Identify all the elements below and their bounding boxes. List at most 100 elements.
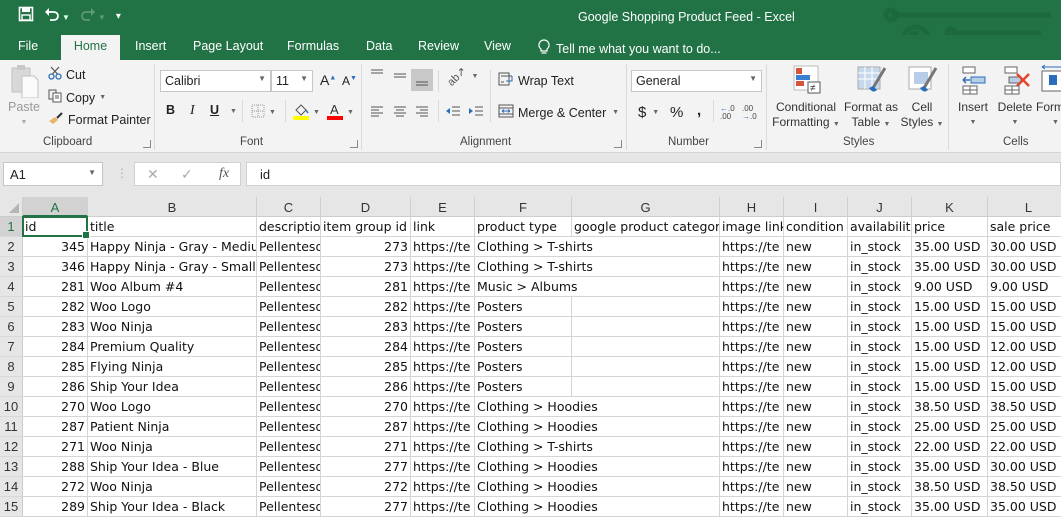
wrap-text-button[interactable]: Wrap Text [498,72,574,89]
cell-e2[interactable]: https://te [411,237,475,257]
cell-b15[interactable]: Ship Your Idea - Black [88,497,257,517]
cell-l9[interactable]: 15.00 USD [988,377,1061,397]
alignment-launcher-icon[interactable] [614,140,622,148]
undo-dropdown-icon[interactable]: ▼ [62,13,70,22]
cell-c2[interactable]: Pellentesque [257,237,321,257]
tab-insert[interactable]: Insert [135,39,166,53]
cut-button[interactable]: Cut [48,66,85,83]
cell-c12[interactable]: Pellentesque [257,437,321,457]
cell-i11[interactable]: new [784,417,848,437]
cell-j2[interactable]: in_stock [848,237,912,257]
cell-l5[interactable]: 15.00 USD [988,297,1061,317]
cell-l8[interactable]: 12.00 USD [988,357,1061,377]
cell-d6[interactable]: 283 [321,317,411,337]
tab-view[interactable]: View [484,39,511,53]
cell-styles-dropdown-icon[interactable]: ▼ [937,121,944,128]
align-right-button[interactable] [415,105,429,120]
cell-c8[interactable]: Pellentesque [257,357,321,377]
delete-cells-dropdown-icon[interactable]: ▼ [995,115,1035,130]
cell-b11[interactable]: Patient Ninja [88,417,257,437]
align-left-button[interactable] [370,105,384,120]
orientation-dropdown-icon[interactable]: ▼ [471,73,478,80]
cell-h4[interactable]: https://te [720,277,784,297]
cell-g8[interactable] [572,357,720,377]
cell-d9[interactable]: 286 [321,377,411,397]
cell-i4[interactable]: new [784,277,848,297]
increase-decimal-button[interactable]: ←.0.00 [720,105,735,121]
cell-c14[interactable]: Pellentesque [257,477,321,497]
cell-l7[interactable]: 12.00 USD [988,337,1061,357]
italic-button[interactable]: I [190,103,195,119]
cell-j11[interactable]: in_stock [848,417,912,437]
row-header-12[interactable]: 12 [0,437,23,457]
tab-formulas[interactable]: Formulas [287,39,339,53]
cell-c11[interactable]: Pellentesque [257,417,321,437]
name-box[interactable]: A1 ▼ [3,162,103,186]
cell-e7[interactable]: https://te [411,337,475,357]
cell-g9[interactable] [572,377,720,397]
cell-i12[interactable]: new [784,437,848,457]
insert-cells-button[interactable]: Insert ▼ [953,64,993,130]
tab-review[interactable]: Review [418,39,459,53]
cell-j14[interactable]: in_stock [848,477,912,497]
conditional-formatting-button[interactable]: ≠ Conditional Formatting ▼ [772,64,840,132]
cell-j10[interactable]: in_stock [848,397,912,417]
cell-b10[interactable]: Woo Logo [88,397,257,417]
cell-e15[interactable]: https://te [411,497,475,517]
header-cell-k[interactable]: price [912,217,988,237]
cell-b8[interactable]: Flying Ninja [88,357,257,377]
cell-j3[interactable]: in_stock [848,257,912,277]
cell-e4[interactable]: https://te [411,277,475,297]
cell-b9[interactable]: Ship Your Idea [88,377,257,397]
cell-l10[interactable]: 38.50 USD [988,397,1061,417]
middle-align-button[interactable] [393,68,407,85]
cell-h13[interactable]: https://te [720,457,784,477]
save-icon[interactable] [18,6,34,28]
cell-d7[interactable]: 284 [321,337,411,357]
cell-i6[interactable]: new [784,317,848,337]
column-header-e[interactable]: E [411,197,475,217]
header-cell-g[interactable]: google product category [572,217,720,237]
cell-c15[interactable]: Pellentesque [257,497,321,517]
header-cell-b[interactable]: title [88,217,257,237]
tab-file[interactable]: File [18,39,38,53]
cell-i5[interactable]: new [784,297,848,317]
cell-l4[interactable]: 9.00 USD [988,277,1061,297]
fill-color-button[interactable]: ▼ [293,102,320,123]
header-cell-a[interactable]: id [23,217,88,237]
cell-l12[interactable]: 22.00 USD [988,437,1061,457]
cell-f4[interactable]: Music > Albums [475,277,720,297]
tab-home[interactable]: Home [61,35,120,60]
cell-k7[interactable]: 15.00 USD [912,337,988,357]
row-header-10[interactable]: 10 [0,397,23,417]
cell-l14[interactable]: 38.50 USD [988,477,1061,497]
row-header-6[interactable]: 6 [0,317,23,337]
cell-k4[interactable]: 9.00 USD [912,277,988,297]
cell-f3[interactable]: Clothing > T-shirts [475,257,720,277]
cell-a13[interactable]: 288 [23,457,88,477]
cell-h11[interactable]: https://te [720,417,784,437]
row-header-4[interactable]: 4 [0,277,23,297]
cell-d8[interactable]: 285 [321,357,411,377]
fill-color-dropdown-icon[interactable]: ▼ [313,109,320,116]
cell-i3[interactable]: new [784,257,848,277]
cell-h15[interactable]: https://te [720,497,784,517]
number-launcher-icon[interactable] [754,140,762,148]
row-header-9[interactable]: 9 [0,377,23,397]
cell-k2[interactable]: 35.00 USD [912,237,988,257]
cell-h7[interactable]: https://te [720,337,784,357]
header-cell-j[interactable]: availability [848,217,912,237]
row-header-1[interactable]: 1 [0,217,23,237]
row-header-3[interactable]: 3 [0,257,23,277]
row-header-8[interactable]: 8 [0,357,23,377]
column-header-a[interactable]: A [23,197,88,217]
orientation-button[interactable]: ab↗ ▼ [445,65,478,89]
cell-j7[interactable]: in_stock [848,337,912,357]
accounting-dropdown-icon[interactable]: ▼ [650,109,659,116]
cell-styles-button[interactable]: Cell Styles ▼ [900,64,944,132]
header-cell-c[interactable]: descriptio [257,217,321,237]
cell-a9[interactable]: 286 [23,377,88,397]
cell-b12[interactable]: Woo Ninja [88,437,257,457]
cell-b3[interactable]: Happy Ninja - Gray - Small [88,257,257,277]
accounting-format-button[interactable]: $ ▼ [638,104,659,121]
